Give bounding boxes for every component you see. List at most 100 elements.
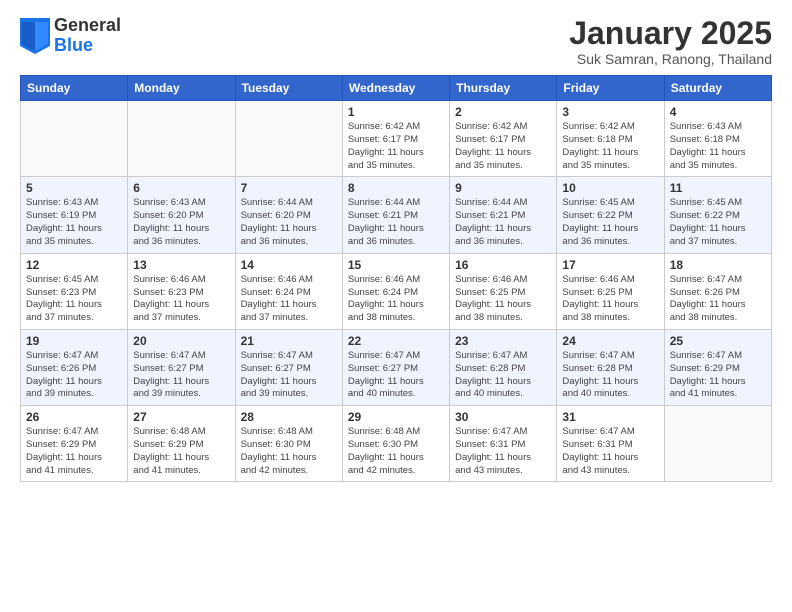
day-cell: 4 Sunrise: 6:43 AM Sunset: 6:18 PM Daylig…	[664, 101, 771, 177]
header-thursday: Thursday	[450, 76, 557, 101]
day-info: Sunrise: 6:42 AM Sunset: 6:18 PM Dayligh…	[562, 121, 658, 172]
day-info: Sunrise: 6:47 AM Sunset: 6:26 PM Dayligh…	[670, 274, 766, 325]
day-cell: 12Sunrise: 6:45 AM Sunset: 6:23 PM Dayli…	[21, 253, 128, 329]
logo-text: General Blue	[54, 16, 121, 56]
day-info: Sunrise: 6:48 AM Sunset: 6:29 PM Dayligh…	[133, 426, 229, 477]
day-cell: 11 Sunrise: 6:45 AM Sunset: 6:22 PM Dayli…	[664, 177, 771, 253]
day-number: 11	[670, 181, 766, 195]
day-cell: 28 Sunrise: 6:48 AM Sunset: 6:30 PM Dayli…	[235, 406, 342, 482]
header-wednesday: Wednesday	[342, 76, 449, 101]
day-cell: 19 Sunrise: 6:47 AM Sunset: 6:26 PM Dayli…	[21, 329, 128, 405]
day-info: Sunrise: 6:42 AM Sunset: 6:17 PM Dayligh…	[348, 121, 444, 172]
header-sunday: Sunday	[21, 76, 128, 101]
week-row-1: 1 Sunrise: 6:42 AM Sunset: 6:17 PM Daylig…	[21, 101, 772, 177]
day-number: 2	[455, 105, 551, 119]
day-info: Sunrise: 6:46 AM Sunset: 6:25 PM Dayligh…	[455, 274, 551, 325]
day-number: 30	[455, 410, 551, 424]
header-monday: Monday	[128, 76, 235, 101]
day-cell: 21 Sunrise: 6:47 AM Sunset: 6:27 PM Dayli…	[235, 329, 342, 405]
day-number: 27	[133, 410, 229, 424]
day-cell: 30 Sunrise: 6:47 AM Sunset: 6:31 PM Dayli…	[450, 406, 557, 482]
day-cell: 23Sunrise: 6:47 AM Sunset: 6:28 PM Dayli…	[450, 329, 557, 405]
day-number: 25	[670, 334, 766, 348]
day-cell: 20 Sunrise: 6:47 AM Sunset: 6:27 PM Dayli…	[128, 329, 235, 405]
day-info: Sunrise: 6:45 AM Sunset: 6:22 PM Dayligh…	[670, 197, 766, 248]
calendar-header: SundayMondayTuesdayWednesdayThursdayFrid…	[21, 76, 772, 101]
week-row-5: 26 Sunrise: 6:47 AM Sunset: 6:29 PM Dayli…	[21, 406, 772, 482]
day-number: 31	[562, 410, 658, 424]
day-cell: 7 Sunrise: 6:44 AM Sunset: 6:20 PM Daylig…	[235, 177, 342, 253]
logo-icon	[20, 18, 50, 54]
day-number: 18	[670, 258, 766, 272]
day-cell: 3Sunrise: 6:42 AM Sunset: 6:18 PM Daylig…	[557, 101, 664, 177]
day-number: 7	[241, 181, 337, 195]
day-info: Sunrise: 6:47 AM Sunset: 6:29 PM Dayligh…	[26, 426, 122, 477]
page: General Blue January 2025 Suk Samran, Ra…	[0, 0, 792, 612]
day-number: 28	[241, 410, 337, 424]
day-cell: 6 Sunrise: 6:43 AM Sunset: 6:20 PM Daylig…	[128, 177, 235, 253]
week-row-4: 19 Sunrise: 6:47 AM Sunset: 6:26 PM Dayli…	[21, 329, 772, 405]
day-info: Sunrise: 6:43 AM Sunset: 6:19 PM Dayligh…	[26, 197, 122, 248]
day-info: Sunrise: 6:42 AM Sunset: 6:17 PM Dayligh…	[455, 121, 551, 172]
day-number: 1	[348, 105, 444, 119]
day-cell	[21, 101, 128, 177]
day-number: 22	[348, 334, 444, 348]
day-number: 20	[133, 334, 229, 348]
subtitle: Suk Samran, Ranong, Thailand	[569, 51, 772, 67]
day-cell: 5 Sunrise: 6:43 AM Sunset: 6:19 PM Daylig…	[21, 177, 128, 253]
day-cell: 31Sunrise: 6:47 AM Sunset: 6:31 PM Dayli…	[557, 406, 664, 482]
day-number: 9	[455, 181, 551, 195]
day-info: Sunrise: 6:43 AM Sunset: 6:18 PM Dayligh…	[670, 121, 766, 172]
day-cell: 18 Sunrise: 6:47 AM Sunset: 6:26 PM Dayli…	[664, 253, 771, 329]
day-info: Sunrise: 6:47 AM Sunset: 6:29 PM Dayligh…	[670, 350, 766, 401]
day-cell: 2 Sunrise: 6:42 AM Sunset: 6:17 PM Daylig…	[450, 101, 557, 177]
day-info: Sunrise: 6:47 AM Sunset: 6:28 PM Dayligh…	[562, 350, 658, 401]
day-cell: 25 Sunrise: 6:47 AM Sunset: 6:29 PM Dayli…	[664, 329, 771, 405]
day-number: 24	[562, 334, 658, 348]
day-cell: 13 Sunrise: 6:46 AM Sunset: 6:23 PM Dayli…	[128, 253, 235, 329]
day-number: 14	[241, 258, 337, 272]
day-number: 5	[26, 181, 122, 195]
week-row-2: 5 Sunrise: 6:43 AM Sunset: 6:19 PM Daylig…	[21, 177, 772, 253]
day-number: 19	[26, 334, 122, 348]
day-info: Sunrise: 6:43 AM Sunset: 6:20 PM Dayligh…	[133, 197, 229, 248]
day-info: Sunrise: 6:44 AM Sunset: 6:21 PM Dayligh…	[455, 197, 551, 248]
header-row: SundayMondayTuesdayWednesdayThursdayFrid…	[21, 76, 772, 101]
day-cell: 22 Sunrise: 6:47 AM Sunset: 6:27 PM Dayli…	[342, 329, 449, 405]
month-title: January 2025	[569, 16, 772, 51]
day-cell: 16 Sunrise: 6:46 AM Sunset: 6:25 PM Dayli…	[450, 253, 557, 329]
day-info: Sunrise: 6:48 AM Sunset: 6:30 PM Dayligh…	[241, 426, 337, 477]
day-cell: 24 Sunrise: 6:47 AM Sunset: 6:28 PM Dayli…	[557, 329, 664, 405]
day-number: 29	[348, 410, 444, 424]
day-info: Sunrise: 6:44 AM Sunset: 6:20 PM Dayligh…	[241, 197, 337, 248]
day-info: Sunrise: 6:48 AM Sunset: 6:30 PM Dayligh…	[348, 426, 444, 477]
day-number: 21	[241, 334, 337, 348]
day-cell: 17 Sunrise: 6:46 AM Sunset: 6:25 PM Dayli…	[557, 253, 664, 329]
day-number: 26	[26, 410, 122, 424]
day-info: Sunrise: 6:46 AM Sunset: 6:23 PM Dayligh…	[133, 274, 229, 325]
day-info: Sunrise: 6:47 AM Sunset: 6:27 PM Dayligh…	[348, 350, 444, 401]
day-cell	[664, 406, 771, 482]
day-info: Sunrise: 6:47 AM Sunset: 6:31 PM Dayligh…	[455, 426, 551, 477]
day-cell: 29 Sunrise: 6:48 AM Sunset: 6:30 PM Dayli…	[342, 406, 449, 482]
day-info: Sunrise: 6:45 AM Sunset: 6:23 PM Dayligh…	[26, 274, 122, 325]
calendar: SundayMondayTuesdayWednesdayThursdayFrid…	[20, 75, 772, 482]
day-number: 17	[562, 258, 658, 272]
day-cell: 9 Sunrise: 6:44 AM Sunset: 6:21 PM Daylig…	[450, 177, 557, 253]
logo: General Blue	[20, 16, 121, 56]
header-saturday: Saturday	[664, 76, 771, 101]
day-info: Sunrise: 6:46 AM Sunset: 6:25 PM Dayligh…	[562, 274, 658, 325]
day-info: Sunrise: 6:47 AM Sunset: 6:27 PM Dayligh…	[133, 350, 229, 401]
day-number: 16	[455, 258, 551, 272]
day-cell	[235, 101, 342, 177]
day-info: Sunrise: 6:47 AM Sunset: 6:27 PM Dayligh…	[241, 350, 337, 401]
day-cell: 10 Sunrise: 6:45 AM Sunset: 6:22 PM Dayli…	[557, 177, 664, 253]
day-info: Sunrise: 6:45 AM Sunset: 6:22 PM Dayligh…	[562, 197, 658, 248]
day-number: 10	[562, 181, 658, 195]
day-info: Sunrise: 6:47 AM Sunset: 6:26 PM Dayligh…	[26, 350, 122, 401]
day-cell: 1 Sunrise: 6:42 AM Sunset: 6:17 PM Daylig…	[342, 101, 449, 177]
day-number: 4	[670, 105, 766, 119]
day-number: 13	[133, 258, 229, 272]
day-cell: 26 Sunrise: 6:47 AM Sunset: 6:29 PM Dayli…	[21, 406, 128, 482]
day-number: 6	[133, 181, 229, 195]
